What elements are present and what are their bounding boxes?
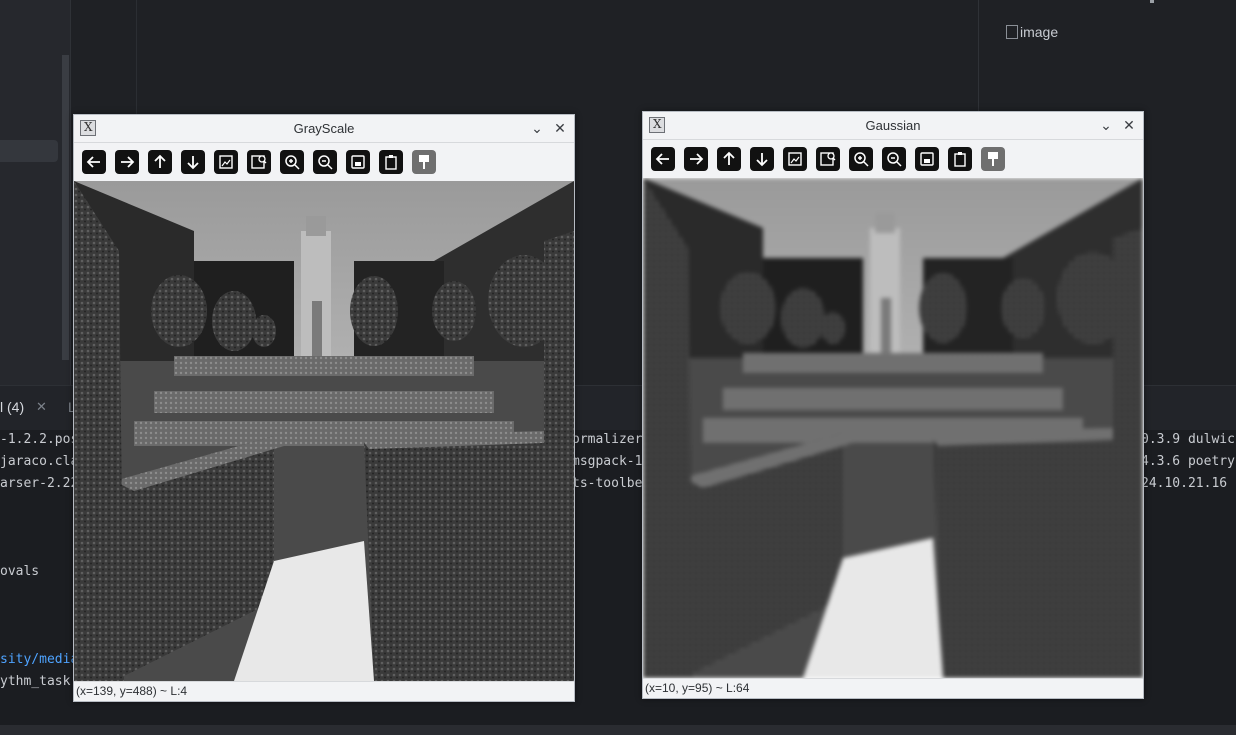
terminal-line: jaraco.cla — [0, 454, 79, 469]
broken-image-icon — [1006, 25, 1018, 39]
image-toolbar — [74, 143, 574, 181]
clipboard-icon[interactable] — [379, 150, 403, 174]
clipboard-icon[interactable] — [948, 147, 972, 171]
image-canvas[interactable] — [74, 181, 574, 681]
arrow-right-icon[interactable] — [115, 150, 139, 174]
window-statusbar: (x=139, y=488) ~ L:4 — [74, 681, 574, 701]
zoom-out-icon[interactable] — [882, 147, 906, 171]
zoom-image-icon[interactable] — [816, 147, 840, 171]
ide-statusbar — [0, 725, 1236, 735]
brush-icon[interactable] — [981, 147, 1005, 171]
terminal-line: ovals — [0, 564, 40, 579]
save-icon[interactable] — [346, 150, 370, 174]
brush-icon[interactable] — [412, 150, 436, 174]
chevron-down-icon[interactable]: ⌄ — [1097, 116, 1115, 134]
window-titlebar[interactable]: GrayScale ⌄ ✕ — [74, 115, 574, 143]
ide-divider — [70, 0, 71, 385]
save-icon[interactable] — [915, 147, 939, 171]
zoom-in-icon[interactable] — [849, 147, 873, 171]
image-toolbar — [643, 140, 1143, 178]
window-titlebar[interactable]: Gaussian ⌄ ✕ — [643, 112, 1143, 140]
terminal-line: arser-2.22 — [0, 476, 79, 491]
zoom-in-icon[interactable] — [280, 150, 304, 174]
arrow-up-icon[interactable] — [148, 150, 172, 174]
gaussian-window: Gaussian ⌄ ✕ (x=10, y=95) ~ L:64 — [642, 111, 1144, 699]
terminal-line: ythm_task — [0, 674, 71, 689]
terminal-link[interactable]: sity/media — [0, 652, 78, 667]
terminal-line: ts-toolbe — [572, 476, 643, 491]
image-canvas[interactable] — [643, 178, 1143, 678]
broken-image-alt: image — [1020, 24, 1059, 40]
broken-image: image — [1006, 24, 1058, 40]
terminal-line: msgpack-1 — [572, 454, 643, 469]
ide-scrollbar[interactable] — [62, 55, 69, 360]
close-icon[interactable]: ✕ — [36, 399, 47, 415]
chevron-down-icon[interactable]: ⌄ — [528, 119, 546, 137]
window-statusbar: (x=10, y=95) ~ L:64 — [643, 678, 1143, 698]
arrow-right-icon[interactable] — [684, 147, 708, 171]
preview-text-fragment — [1150, 0, 1154, 3]
zoom-out-icon[interactable] — [313, 150, 337, 174]
close-icon[interactable]: ✕ — [551, 119, 569, 137]
terminal-line: -1.2.2.pos — [0, 432, 79, 447]
terminal-line: 0.3.9 dulwic — [1141, 432, 1235, 447]
image-icon[interactable] — [214, 150, 238, 174]
close-icon[interactable]: ✕ — [1120, 116, 1138, 134]
ide-sidebar — [0, 0, 70, 385]
gaussian-image — [643, 178, 1143, 678]
terminal-line: 24.10.21.16 — [1141, 476, 1228, 491]
arrow-down-icon[interactable] — [181, 150, 205, 174]
image-icon[interactable] — [783, 147, 807, 171]
zoom-image-icon[interactable] — [247, 150, 271, 174]
arrow-left-icon[interactable] — [82, 150, 106, 174]
terminal-tab[interactable]: l (4) — [0, 399, 24, 415]
terminal-line: ormalizer — [572, 432, 643, 447]
window-title: Gaussian — [865, 118, 921, 133]
arrow-up-icon[interactable] — [717, 147, 741, 171]
grayscale-image — [74, 181, 574, 681]
window-title: GrayScale — [293, 121, 355, 136]
grayscale-window: GrayScale ⌄ ✕ (x=139, y=488) ~ L:4 — [73, 114, 575, 702]
arrow-down-icon[interactable] — [750, 147, 774, 171]
arrow-left-icon[interactable] — [651, 147, 675, 171]
ide-selected-item[interactable] — [0, 140, 58, 162]
terminal-line: 4.3.6 poetry — [1141, 454, 1235, 469]
